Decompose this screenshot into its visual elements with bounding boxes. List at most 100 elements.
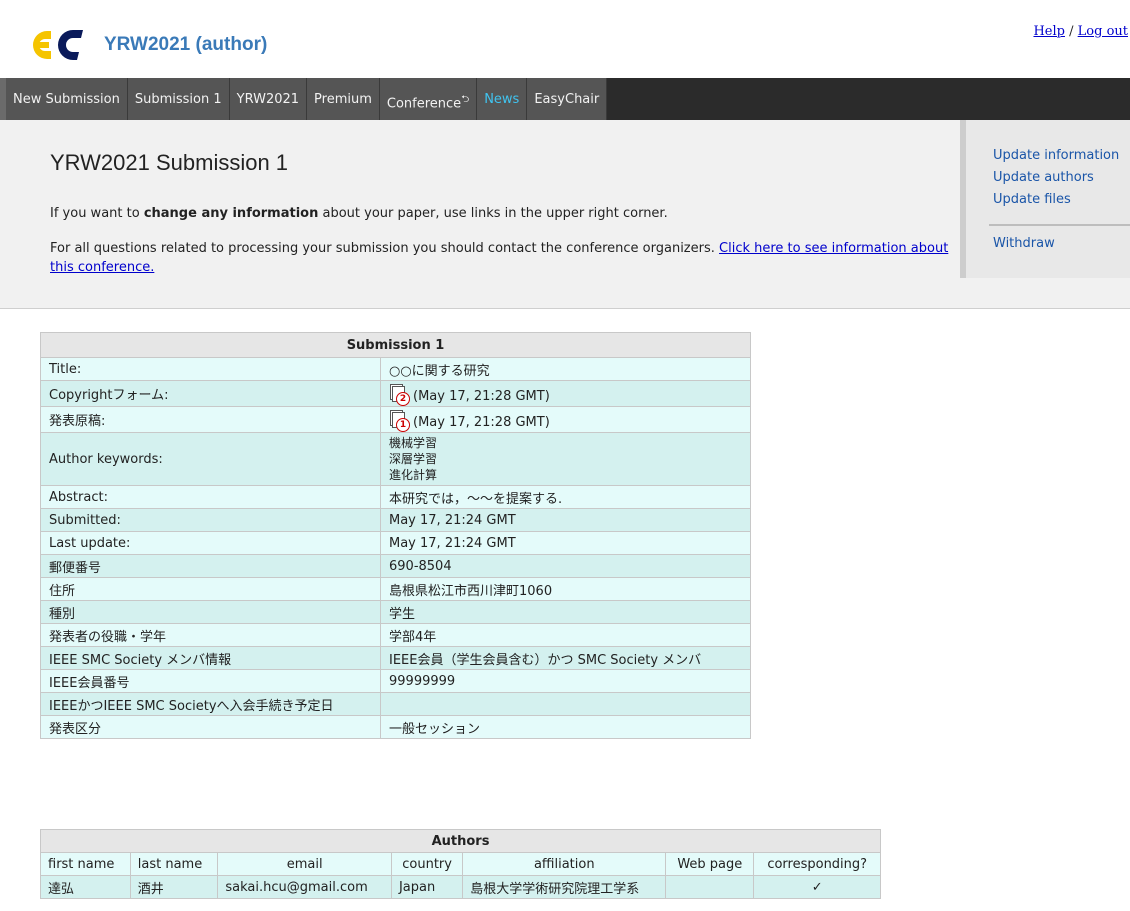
last-update-value: May 17, 21:24 GMT	[380, 531, 751, 555]
ieee-number-value: 99999999	[380, 669, 751, 693]
paper-label: 発表原稿:	[40, 406, 381, 433]
session-label: 発表区分	[40, 715, 381, 739]
copyright-file-icon[interactable]: 2	[389, 383, 410, 406]
column-header: Web page	[665, 852, 755, 876]
help-link[interactable]: Help	[1033, 24, 1065, 39]
table-row: 住所 島根県松江市西川津町1060	[40, 577, 751, 601]
title-value: ○○に関する研究	[380, 357, 751, 381]
table-row: 郵便番号 690-8504	[40, 554, 751, 578]
position-value: 学部4年	[380, 623, 751, 647]
column-header: first name	[40, 852, 131, 876]
logout-link[interactable]: Log out	[1078, 24, 1128, 39]
easychair-logo[interactable]	[33, 27, 91, 63]
tab-news[interactable]: News	[477, 78, 528, 120]
keywords-cell: 機械学習 深層学習 進化計算	[380, 432, 751, 486]
table-row: 発表原稿: 1 (May 17, 21:28 GMT)	[40, 406, 751, 433]
table-row: Submitted: May 17, 21:24 GMT	[40, 508, 751, 532]
tab-easychair[interactable]: EasyChair	[527, 78, 608, 120]
copyright-label: Copyrightフォーム:	[40, 380, 381, 407]
postal-value: 690-8504	[380, 554, 751, 578]
tab-new-submission[interactable]: New Submission	[6, 78, 128, 120]
keywords-label: Author keywords:	[40, 432, 381, 486]
column-header: affiliation	[462, 852, 667, 876]
submission-table-caption: Submission 1	[40, 332, 751, 358]
author-country: Japan	[390, 875, 464, 899]
table-row: IEEE会員番号 99999999	[40, 669, 751, 693]
last-update-label: Last update:	[40, 531, 381, 555]
join-date-label: IEEEかつIEEE SMC Societyへ入会手続き予定日	[40, 692, 381, 716]
title-label: Title:	[40, 357, 381, 381]
update-files-link[interactable]: Update files	[993, 192, 1071, 207]
join-date-value	[380, 692, 751, 716]
table-row: 発表者の役職・学年 学部4年	[40, 623, 751, 647]
authors-header-row: first name last name email country affil…	[40, 852, 881, 876]
postal-label: 郵便番号	[40, 554, 381, 578]
table-row: IEEE SMC Society メンバ情報 IEEE会員（学生会員含む）かつ …	[40, 646, 751, 670]
address-value: 島根県松江市西川津町1060	[380, 577, 751, 601]
change-info-pre: If you want to	[50, 206, 144, 221]
page-title: YRW2021 Submission 1	[50, 150, 289, 175]
author-affiliation: 島根大学学術研究院理工学系	[462, 875, 667, 899]
abstract-value: 本研究では，〜〜を提案する.	[380, 485, 751, 509]
paper-date: (May 17, 21:28 GMT)	[413, 414, 550, 430]
paper-file-icon[interactable]: 1	[389, 409, 410, 432]
side-menu-divider	[989, 224, 1130, 226]
top-links: Help / Log out	[1033, 24, 1128, 39]
table-row: 種別 学生	[40, 600, 751, 624]
tab-conference[interactable]: Conference⮌	[379, 78, 478, 120]
author-corresponding-checkmark: ✓	[753, 875, 881, 899]
keyword-item: 深層学習	[389, 452, 438, 466]
ieee-number-label: IEEE会員番号	[40, 669, 381, 693]
change-info-bold: change any information	[143, 206, 319, 221]
copyright-date: (May 17, 21:28 GMT)	[413, 388, 550, 404]
info-panel: YRW2021 Submission 1 If you want to chan…	[0, 120, 1130, 309]
table-row: Title: ○○に関する研究	[40, 357, 751, 381]
tab-conference-label: Conference	[386, 96, 462, 112]
smc-label: IEEE SMC Society メンバ情報	[40, 646, 381, 670]
column-header: email	[217, 852, 392, 876]
author-email: sakai.hcu@gmail.com	[217, 875, 392, 899]
copyright-file-number: 2	[396, 391, 410, 406]
author-first-name: 達弘	[40, 875, 131, 899]
table-row: Abstract: 本研究では，〜〜を提案する.	[40, 485, 751, 509]
submitted-label: Submitted:	[40, 508, 381, 532]
change-info-text: If you want to change any information ab…	[50, 204, 950, 223]
table-row: 発表区分 一般セッション	[40, 715, 751, 739]
table-row: 達弘 酒井 sakai.hcu@gmail.com Japan 島根大学学術研究…	[40, 875, 881, 899]
return-arrow-icon: ⮌	[461, 94, 470, 105]
keyword-item: 機械学習	[389, 436, 438, 450]
type-label: 種別	[40, 600, 381, 624]
smc-value: IEEE会員（学生会員含む）かつ SMC Society メンバ	[380, 646, 751, 670]
table-row: Author keywords: 機械学習 深層学習 進化計算	[40, 432, 751, 486]
app-title[interactable]: YRW2021 (author)	[104, 34, 267, 56]
tab-submission-1[interactable]: Submission 1	[127, 78, 230, 120]
submitted-value: May 17, 21:24 GMT	[380, 508, 751, 532]
table-row: IEEEかつIEEE SMC Societyへ入会手続き予定日	[40, 692, 751, 716]
keyword-item: 進化計算	[389, 468, 438, 482]
column-header: last name	[129, 852, 219, 876]
link-separator: /	[1069, 24, 1074, 39]
contact-text-pre: For all questions related to processing …	[50, 241, 720, 256]
tab-premium[interactable]: Premium	[307, 78, 380, 120]
authors-table: Authors first name last name email count…	[40, 829, 881, 899]
address-label: 住所	[40, 577, 381, 601]
header: YRW2021 (author) Help / Log out	[0, 0, 1130, 78]
position-label: 発表者の役職・学年	[40, 623, 381, 647]
author-last-name: 酒井	[129, 875, 219, 899]
withdraw-link[interactable]: Withdraw	[993, 236, 1055, 251]
session-value: 一般セッション	[380, 715, 751, 739]
authors-table-caption: Authors	[40, 829, 881, 853]
table-row: Copyrightフォーム: 2 (May 17, 21:28 GMT)	[40, 380, 751, 407]
paper-file-number: 1	[396, 417, 410, 432]
contact-text: For all questions related to processing …	[50, 239, 950, 277]
table-row: Last update: May 17, 21:24 GMT	[40, 531, 751, 555]
change-info-post: about your paper, use links in the upper…	[318, 206, 668, 221]
submission-table: Submission 1 Title: ○○に関する研究 Copyrightフォ…	[40, 332, 751, 739]
tab-yrw2021[interactable]: YRW2021	[229, 78, 308, 120]
column-header: corresponding?	[753, 852, 881, 876]
copyright-cell: 2 (May 17, 21:28 GMT)	[380, 380, 751, 407]
update-authors-link[interactable]: Update authors	[993, 170, 1094, 185]
abstract-label: Abstract:	[40, 485, 381, 509]
update-information-link[interactable]: Update information	[993, 148, 1119, 163]
type-value: 学生	[380, 600, 751, 624]
